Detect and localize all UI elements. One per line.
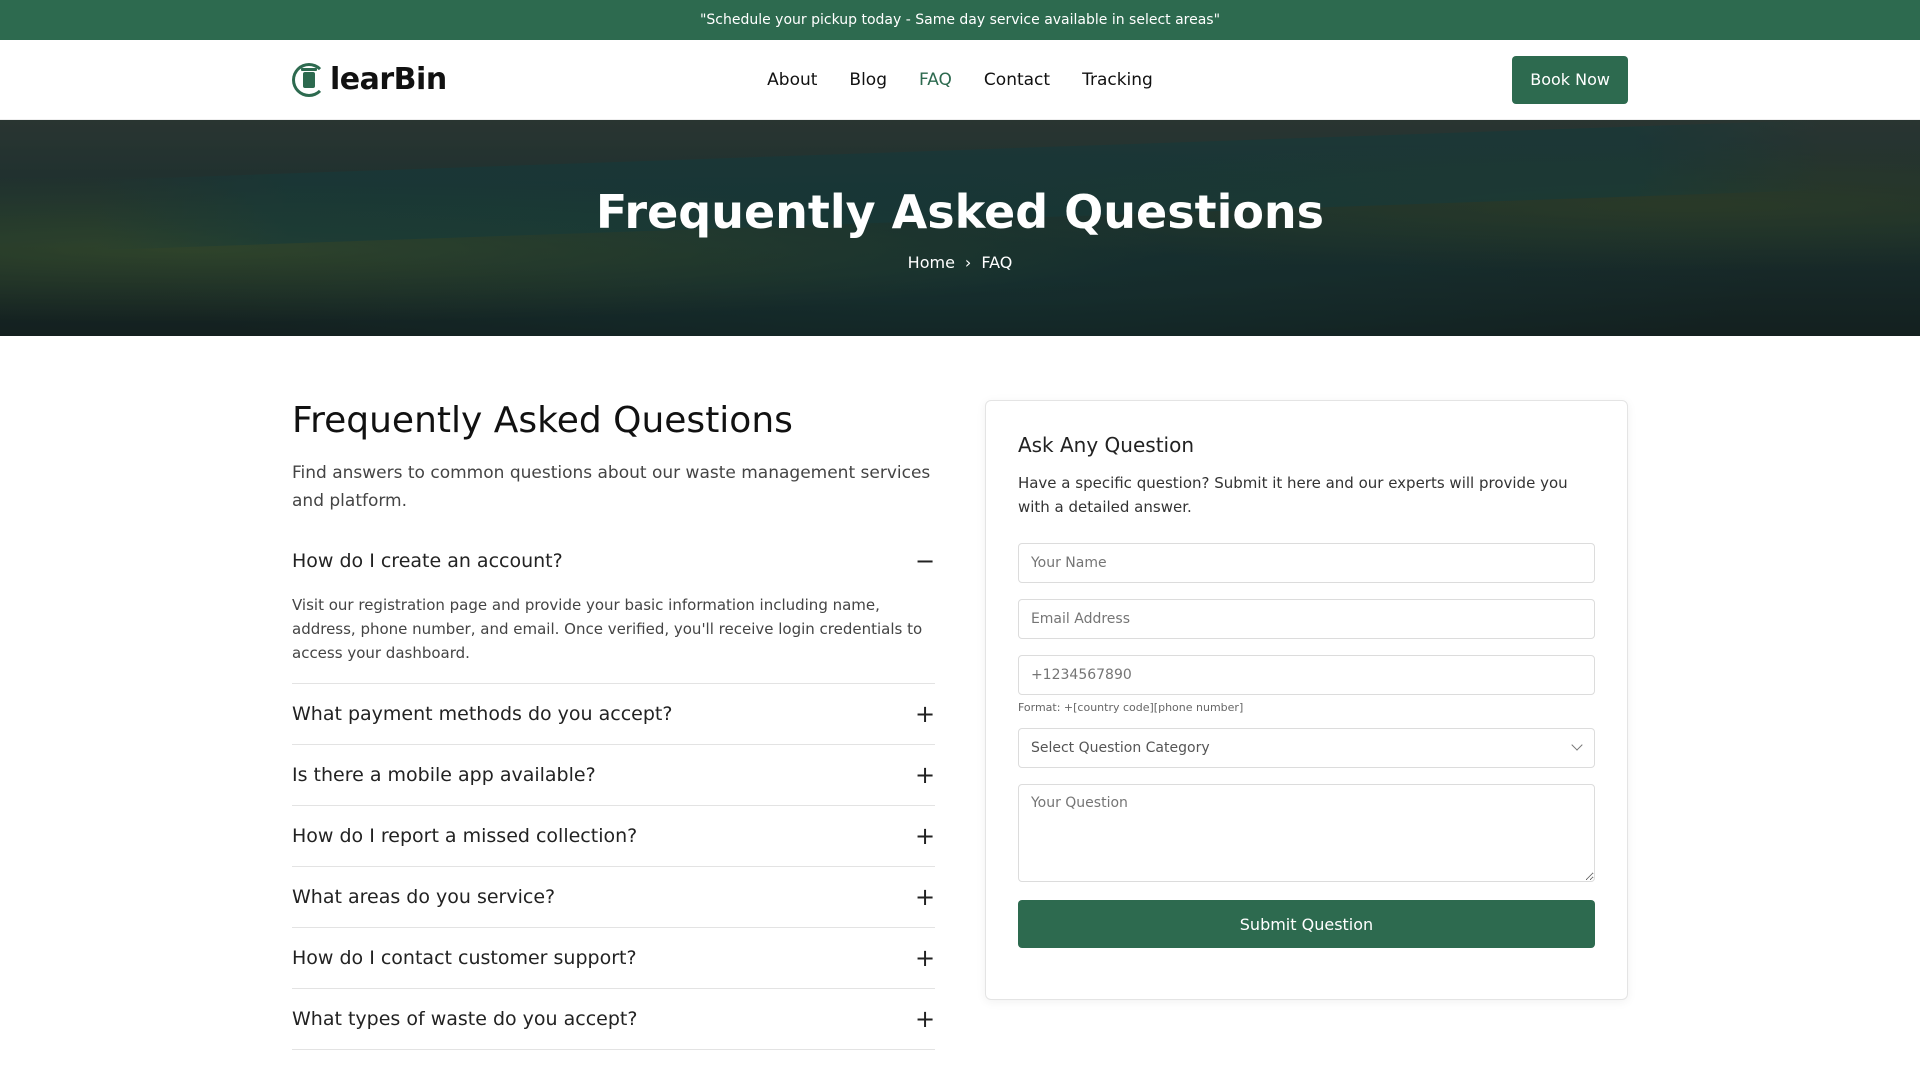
form-title: Ask Any Question	[1017, 433, 1194, 457]
nav-tracking[interactable]: Tracking	[1082, 70, 1153, 90]
book-now-button[interactable]: Book Now	[1512, 55, 1628, 104]
plus-icon: +	[914, 944, 936, 972]
faq-item: How do I contact customer support? +	[292, 928, 935, 989]
faq-question-button[interactable]: What areas do you service? +	[292, 867, 935, 927]
breadcrumb-current: FAQ	[981, 252, 1013, 272]
announcement-bar: "Schedule your pickup today - Same day s…	[0, 0, 1920, 40]
main-nav: About Blog FAQ Contact Tracking	[767, 70, 1153, 90]
faq-question: What payment methods do you accept?	[292, 703, 673, 725]
plus-icon: +	[914, 1005, 936, 1033]
submit-question-button[interactable]: Submit Question	[1017, 900, 1595, 948]
faq-question-button[interactable]: What types of waste do you accept? +	[292, 989, 935, 1049]
faq-question: What types of waste do you accept?	[292, 1008, 638, 1030]
nav-contact[interactable]: Contact	[984, 70, 1050, 90]
nav-faq[interactable]: FAQ	[919, 70, 952, 90]
faq-accordion: How do I create an account? − Visit our …	[292, 537, 935, 1050]
category-select-wrap: Select Question Category	[1017, 728, 1595, 768]
announcement-text: "Schedule your pickup today - Same day s…	[699, 12, 1221, 28]
faq-question: How do I create an account?	[292, 550, 563, 572]
ask-question-card: Ask Any Question Have a specific questio…	[984, 400, 1628, 1000]
plus-icon: +	[914, 700, 936, 728]
plus-icon: +	[914, 883, 936, 911]
faq-title: Frequently Asked Questions	[292, 400, 793, 441]
faq-section: Frequently Asked Questions Find answers …	[292, 400, 935, 1050]
email-input[interactable]	[1017, 599, 1595, 639]
form-subtitle: Have a specific question? Submit it here…	[1017, 474, 1568, 516]
question-textarea[interactable]	[1017, 784, 1595, 882]
faq-question-button[interactable]: What payment methods do you accept? +	[292, 684, 935, 744]
faq-item: What payment methods do you accept? +	[292, 684, 935, 745]
question-category-select[interactable]: Select Question Category	[1017, 728, 1595, 768]
minus-icon: −	[914, 547, 936, 575]
site-header: learBin About Blog FAQ Contact Tracking …	[0, 40, 1920, 120]
faq-question: Is there a mobile app available?	[292, 764, 596, 786]
faq-subtitle: Find answers to common questions about o…	[292, 463, 931, 511]
faq-question-button[interactable]: Is there a mobile app available? +	[292, 745, 935, 805]
nav-about[interactable]: About	[767, 70, 817, 90]
hero-title: Frequently Asked Questions	[595, 184, 1325, 239]
faq-item: How do I create an account? − Visit our …	[292, 537, 935, 684]
faq-question: What areas do you service?	[292, 886, 556, 908]
main-content: Frequently Asked Questions Find answers …	[0, 336, 1920, 1050]
breadcrumb-home[interactable]: Home	[908, 253, 955, 272]
nav-blog[interactable]: Blog	[849, 70, 887, 90]
logo[interactable]: learBin	[292, 62, 447, 97]
faq-answer: Visit our registration page and provide …	[292, 596, 923, 662]
trash-bin-icon	[292, 62, 326, 97]
phone-input[interactable]	[1017, 655, 1595, 695]
logo-text: learBin	[330, 62, 447, 97]
faq-question-button[interactable]: How do I contact customer support? +	[292, 928, 935, 988]
faq-question: How do I contact customer support?	[292, 947, 637, 969]
chevron-right-icon: ›	[964, 252, 972, 272]
faq-item: What types of waste do you accept? +	[292, 989, 935, 1050]
faq-item: What areas do you service? +	[292, 867, 935, 928]
plus-icon: +	[914, 761, 936, 789]
faq-question: How do I report a missed collection?	[292, 825, 638, 847]
faq-question-button[interactable]: How do I create an account? −	[292, 537, 935, 585]
faq-question-button[interactable]: How do I report a missed collection? +	[292, 806, 935, 866]
name-input[interactable]	[1017, 543, 1595, 583]
faq-item: How do I report a missed collection? +	[292, 806, 935, 867]
faq-item: Is there a mobile app available? +	[292, 745, 935, 806]
breadcrumb: Home › FAQ	[908, 253, 1013, 272]
phone-format-hint: Format: +[country code][phone number]	[1017, 701, 1244, 714]
plus-icon: +	[914, 822, 936, 850]
hero-banner: Frequently Asked Questions Home › FAQ	[0, 120, 1920, 336]
